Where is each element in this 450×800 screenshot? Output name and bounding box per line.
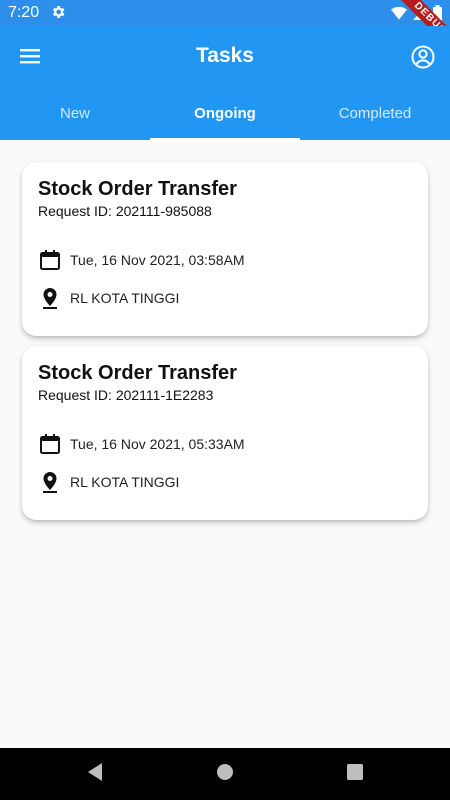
back-triangle-icon[interactable]: [86, 762, 104, 787]
task-date: Tue, 16 Nov 2021, 03:58AM: [70, 252, 245, 268]
task-date-row: Tue, 16 Nov 2021, 03:58AM: [38, 248, 245, 272]
task-location-row: RL KOTA TINGGI: [38, 286, 179, 310]
task-request-id: Request ID: 202111-1E2283: [38, 387, 214, 403]
task-location-row: RL KOTA TINGGI: [38, 470, 179, 494]
tab-ongoing[interactable]: Ongoing: [150, 86, 300, 140]
task-title: Stock Order Transfer: [38, 178, 237, 200]
settings-gear-icon: [50, 4, 66, 25]
task-request-id: Request ID: 202111-985088: [38, 203, 212, 219]
location-pin-icon: [38, 470, 62, 494]
system-nav-bar: [0, 748, 450, 800]
task-date: Tue, 16 Nov 2021, 05:33AM: [70, 436, 245, 452]
status-bar: 7:20 DEBUG: [0, 0, 450, 57]
task-date-row: Tue, 16 Nov 2021, 05:33AM: [38, 432, 245, 456]
task-title: Stock Order Transfer: [38, 362, 237, 384]
calendar-icon: [38, 432, 62, 456]
home-circle-icon[interactable]: [216, 762, 234, 787]
task-location: RL KOTA TINGGI: [70, 474, 180, 490]
app-bar: Tasks: [0, 26, 450, 86]
task-list: Stock Order Transfer Request ID: 202111-…: [22, 162, 428, 530]
account-circle-icon: [410, 45, 436, 74]
status-time: 7:20: [8, 4, 40, 21]
tab-completed[interactable]: Completed: [300, 86, 450, 140]
page-title: Tasks: [196, 44, 254, 67]
tab-new[interactable]: New: [0, 86, 150, 140]
task-card[interactable]: Stock Order Transfer Request ID: 202111-…: [22, 162, 428, 336]
task-location: RL KOTA TINGGI: [70, 290, 180, 306]
account-button[interactable]: [410, 44, 436, 70]
recents-square-icon[interactable]: [346, 762, 364, 787]
tab-bar: New Ongoing Completed: [0, 86, 450, 140]
calendar-icon: [38, 248, 62, 272]
wifi-icon: [391, 6, 407, 25]
task-card[interactable]: Stock Order Transfer Request ID: 202111-…: [22, 346, 428, 520]
location-pin-icon: [38, 286, 62, 310]
